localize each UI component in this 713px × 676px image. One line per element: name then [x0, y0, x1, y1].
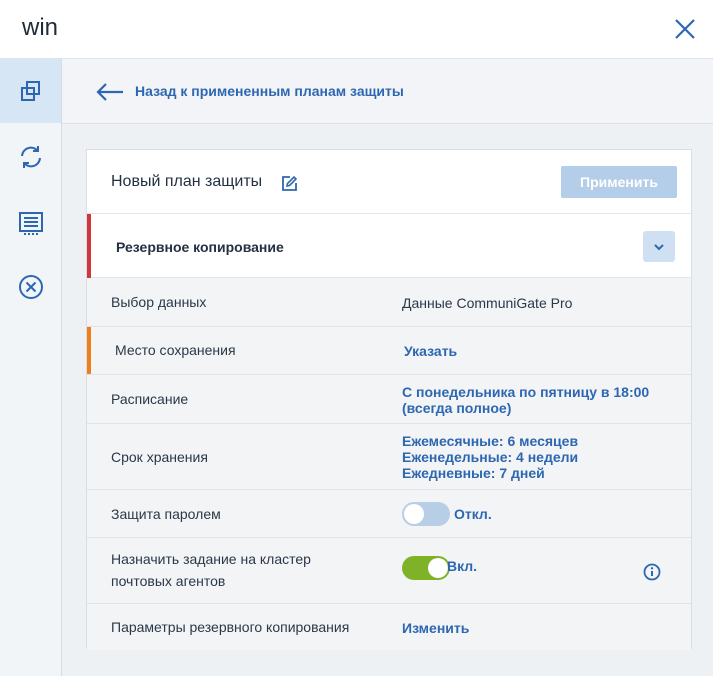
error-marker	[87, 214, 91, 278]
row-label: Место сохранения	[115, 342, 236, 358]
cluster-state: Вкл.	[447, 558, 478, 574]
retention-monthly: Ежемесячные: 6 месяцев	[402, 433, 579, 449]
row-password: Защита паролем Откл.	[87, 490, 691, 538]
back-link[interactable]: Назад к примененным планам защиты	[135, 83, 404, 99]
toggle-knob	[428, 558, 448, 578]
plan-card: Новый план защиты Применить Резервное ко…	[86, 149, 692, 650]
edit-icon[interactable]	[281, 175, 298, 192]
specify-link[interactable]: Указать	[404, 343, 457, 359]
back-bar: Назад к примененным планам защиты	[62, 59, 713, 124]
close-icon[interactable]	[672, 16, 698, 42]
row-label: Срок хранения	[111, 449, 208, 465]
schedule-link[interactable]: С понедельника по пятницу в 18:00 (всегд…	[402, 384, 649, 416]
activity-icon	[18, 212, 43, 235]
title-bar: win	[0, 0, 713, 59]
row-value: Данные CommuniGate Pro	[402, 295, 573, 311]
warning-marker	[87, 327, 91, 374]
plan-header: Новый план защиты Применить	[87, 150, 691, 214]
row-destination[interactable]: Место сохранения Указать	[87, 327, 691, 375]
cluster-label-line-2: почтовых агентов	[111, 573, 226, 589]
nav-item-plans[interactable]	[0, 59, 61, 123]
collapse-toggle[interactable]	[643, 231, 675, 262]
change-link[interactable]: Изменить	[402, 620, 469, 636]
plans-icon	[20, 81, 40, 101]
retention-link[interactable]: Ежемесячные: 6 месяцев Еженедельные: 4 н…	[402, 433, 578, 481]
plan-title: Новый план защиты	[111, 173, 263, 190]
toggle-knob	[404, 504, 424, 524]
sync-icon	[20, 146, 41, 168]
main-content: Назад к примененным планам защиты Новый …	[62, 59, 713, 676]
info-icon[interactable]	[643, 563, 661, 581]
row-retention[interactable]: Срок хранения Ежемесячные: 6 месяцев Еже…	[87, 424, 691, 490]
nav-item-sync[interactable]	[0, 125, 61, 189]
row-label: Выбор данных	[111, 294, 207, 310]
revoke-icon	[18, 275, 43, 299]
schedule-line-2: (всегда полное)	[402, 400, 512, 416]
password-state: Откл.	[454, 506, 492, 522]
cluster-label-line-1: Назначить задание на кластер	[111, 551, 311, 567]
nav-item-activity[interactable]	[0, 191, 61, 255]
chevron-down-icon	[654, 243, 664, 250]
row-label: Назначить задание на кластер почтовых аг…	[111, 548, 311, 592]
schedule-line-1: С понедельника по пятницу в 18:00	[402, 384, 650, 400]
window-title: win	[22, 14, 59, 41]
apply-button[interactable]: Применить	[561, 166, 677, 198]
row-cluster: Назначить задание на кластер почтовых аг…	[87, 538, 691, 604]
row-label: Параметры резервного копирования	[111, 619, 350, 635]
left-nav	[0, 59, 62, 676]
retention-daily: Ежедневные: 7 дней	[402, 465, 545, 481]
section-title: Резервное копирование	[116, 239, 284, 255]
back-arrow-icon[interactable]	[96, 82, 124, 102]
row-backup-options[interactable]: Параметры резервного копирования Изменит…	[87, 604, 691, 650]
backup-section-header[interactable]: Резервное копирование	[87, 214, 691, 278]
row-data-selection[interactable]: Выбор данных Данные CommuniGate Pro	[87, 278, 691, 327]
retention-weekly: Еженедельные: 4 недели	[402, 449, 579, 465]
row-label: Расписание	[111, 391, 189, 407]
nav-item-revoke[interactable]	[0, 255, 61, 319]
cluster-toggle[interactable]	[402, 556, 450, 580]
row-label: Защита паролем	[111, 506, 221, 522]
row-schedule[interactable]: Расписание С понедельника по пятницу в 1…	[87, 375, 691, 424]
password-toggle[interactable]	[402, 502, 450, 526]
